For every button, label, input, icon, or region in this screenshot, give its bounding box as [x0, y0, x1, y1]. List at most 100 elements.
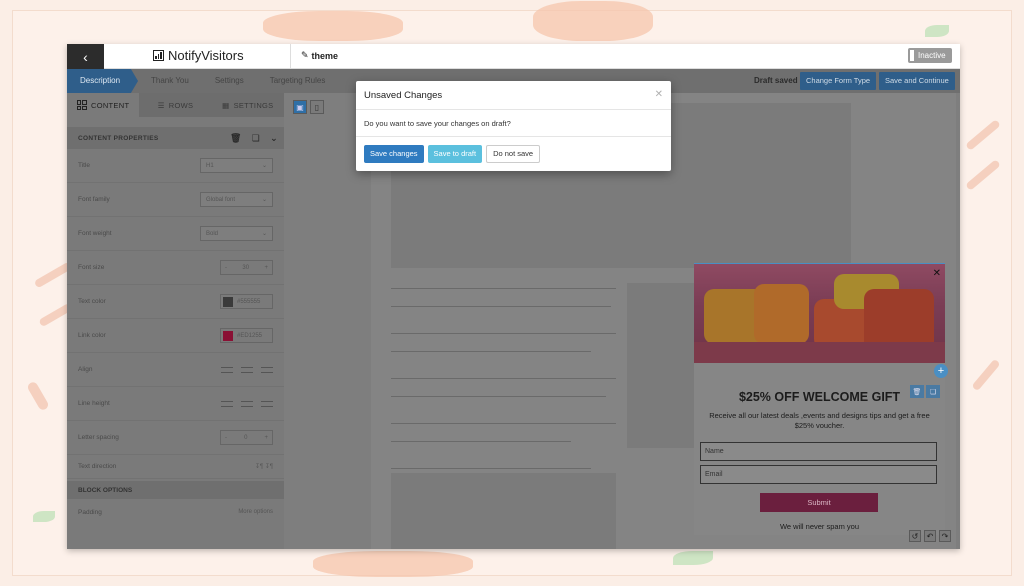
block-options-header: BLOCK OPTIONS: [67, 481, 284, 499]
popup-preview[interactable]: ✕ + 🗑 ❏ $25% OFF WELCOME GIFT Receive al…: [694, 263, 948, 535]
name-input[interactable]: Name: [700, 442, 937, 461]
status-toggle-label: Inactive: [918, 51, 946, 60]
dialog-title: Unsaved Changes: [364, 89, 443, 101]
decor-stripe: [965, 119, 1001, 151]
section-title: CONTENT PROPERTIES: [78, 134, 159, 142]
font-weight-select[interactable]: Bold ⌄: [200, 226, 273, 241]
tab-description[interactable]: Description: [67, 69, 139, 93]
bed-shape: [694, 342, 945, 363]
prop-font-family: Font family Global font ⌄: [67, 183, 284, 217]
close-icon[interactable]: ✕: [933, 268, 941, 279]
change-form-type-button[interactable]: Change Form Type: [800, 72, 877, 90]
tab-panel-settings[interactable]: ▦ SETTINGS: [212, 93, 284, 117]
padding-label: Padding: [78, 508, 102, 516]
align-left-icon[interactable]: [221, 366, 233, 373]
properties-panel: CONTENT ☰ ROWS ▦ SETTINGS CONTENT PROPER…: [67, 93, 284, 549]
line-height-medium-icon[interactable]: [241, 400, 253, 407]
prop-font-weight: Font weight Bold ⌄: [67, 217, 284, 251]
add-block-icon[interactable]: +: [934, 364, 948, 378]
unsaved-changes-dialog: Unsaved Changes ✕ Do you want to save yo…: [356, 81, 671, 171]
prop-label: Text color: [78, 298, 106, 305]
font-size-stepper[interactable]: - 30 +: [220, 260, 273, 275]
text-color-picker[interactable]: #555555: [220, 294, 273, 309]
chevron-down-icon: ⌄: [261, 231, 267, 237]
align-buttons: [221, 366, 273, 373]
prop-text-direction: Text direction ↧¶ ↧¶: [67, 455, 284, 479]
text-line: [391, 306, 611, 307]
line-height-small-icon[interactable]: [221, 400, 233, 407]
decor-leaf: [925, 25, 949, 37]
plus-icon[interactable]: +: [264, 435, 268, 441]
tab-content[interactable]: CONTENT: [67, 93, 140, 117]
save-changes-button[interactable]: Save changes: [364, 145, 424, 163]
font-size-value: 30: [242, 264, 250, 271]
align-center-icon[interactable]: [241, 366, 253, 373]
tab-content-label: CONTENT: [90, 100, 130, 110]
dialog-message: Do you want to save your changes on draf…: [364, 118, 511, 128]
tab-thank-you[interactable]: Thank You: [138, 69, 202, 93]
theme-title[interactable]: ✎ theme: [301, 50, 338, 61]
decor-blob: [313, 551, 473, 577]
more-options-toggle[interactable]: More options: [238, 509, 273, 515]
font-weight-value: Bold: [206, 230, 219, 237]
prop-padding: Padding More options: [67, 499, 284, 525]
history-icon[interactable]: ↺: [909, 530, 921, 542]
plus-icon[interactable]: +: [264, 265, 268, 271]
device-switch: ▣ ▯: [293, 100, 324, 114]
text-line: [391, 423, 616, 424]
text-line: [391, 468, 591, 469]
divider: [290, 44, 291, 69]
tab-targeting-rules[interactable]: Targeting Rules: [257, 69, 339, 93]
copy-icon[interactable]: ❏: [252, 133, 260, 144]
close-icon[interactable]: ✕: [655, 89, 663, 100]
top-bar: ‹ NotifyVisitors ✎ theme Inactive: [67, 44, 960, 69]
save-to-draft-button[interactable]: Save to draft: [427, 145, 483, 163]
back-button[interactable]: ‹: [67, 44, 104, 69]
desktop-icon[interactable]: ▣: [293, 100, 307, 114]
title-select[interactable]: H1 ⌄: [200, 158, 273, 173]
chevron-down-icon[interactable]: ⌄: [270, 133, 278, 144]
decor-stripe: [26, 380, 50, 412]
prop-text-color: Text color #555555: [67, 285, 284, 319]
prop-font-size: Font size - 30 +: [67, 251, 284, 285]
prop-label: Title: [78, 162, 91, 169]
line-height-large-icon[interactable]: [261, 400, 273, 407]
link-color-picker[interactable]: #ED1255: [220, 328, 273, 343]
letter-spacing-stepper[interactable]: - 0 +: [220, 430, 273, 445]
more-options-label: More options: [238, 509, 273, 515]
popup-title[interactable]: $25% OFF WELCOME GIFT: [694, 390, 945, 404]
trash-icon[interactable]: 🗑: [230, 133, 242, 144]
prop-label: Align: [78, 366, 93, 373]
dialog-header: Unsaved Changes: [356, 81, 671, 110]
submit-button[interactable]: Submit: [760, 493, 878, 512]
dialog-body: Do you want to save your changes on draf…: [356, 110, 671, 137]
tab-settings[interactable]: Settings: [202, 69, 257, 93]
font-family-select[interactable]: Global font ⌄: [200, 192, 273, 207]
mobile-icon[interactable]: ▯: [310, 100, 324, 114]
decor-stripe: [971, 358, 1001, 392]
prop-title: Title H1 ⌄: [67, 149, 284, 183]
align-right-icon[interactable]: [261, 366, 273, 373]
minus-icon[interactable]: -: [225, 435, 227, 441]
status-toggle[interactable]: Inactive: [908, 48, 952, 63]
popup-description[interactable]: Receive all our latest deals ,events and…: [706, 411, 933, 431]
text-direction-icons[interactable]: ↧¶ ↧¶: [255, 463, 273, 470]
undo-icon[interactable]: ↶: [924, 530, 936, 542]
bar-chart-icon: [153, 50, 164, 61]
pillow-shape: [754, 284, 809, 344]
color-swatch: [223, 330, 233, 341]
do-not-save-button[interactable]: Do not save: [486, 145, 541, 163]
minus-icon[interactable]: -: [225, 265, 227, 271]
tab-rows[interactable]: ☰ ROWS: [139, 93, 211, 117]
prop-link-color: Link color #ED1255: [67, 319, 284, 353]
redo-icon[interactable]: ↷: [939, 530, 951, 542]
prop-label: Line height: [78, 400, 110, 407]
prop-label: Link color: [78, 332, 106, 339]
email-input[interactable]: Email: [700, 465, 937, 484]
chevron-down-icon: ⌄: [261, 197, 267, 203]
text-line: [391, 441, 571, 442]
color-swatch: [223, 296, 233, 307]
link-color-value: #ED1255: [237, 332, 263, 339]
history-controls: ↺ ↶ ↷: [909, 530, 951, 542]
save-continue-button[interactable]: Save and Continue: [879, 72, 955, 90]
